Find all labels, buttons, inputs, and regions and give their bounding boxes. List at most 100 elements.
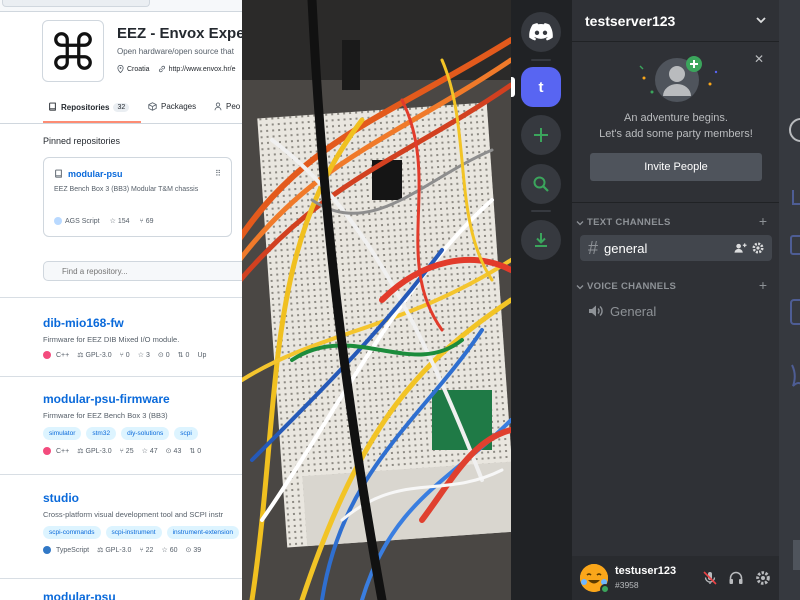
pinned-repo-card[interactable]: modular-psu ⠿ EEZ Bench Box 3 (BB3) Modu… [43,157,232,237]
repo-issues-count: 39 [193,546,202,554]
repo-name[interactable]: modular-psu [43,590,242,600]
repo-name[interactable]: studio [43,491,242,505]
pinned-title: Pinned repositories [43,136,121,146]
find-repository-input[interactable] [43,261,242,281]
repo-description: Firmware for EEZ DIB Mixed I/O module. [43,335,180,344]
category-voice-channels[interactable]: VOICE CHANNELS [576,281,676,292]
repo-prs[interactable]: ⇅ 0 [189,447,202,456]
server-icon-testserver[interactable]: t [521,67,561,107]
add-server-button[interactable] [521,115,561,155]
repo-issues[interactable]: ⊙ 0 [158,351,170,360]
repo-issues-count: 0 [165,351,170,359]
topic-tag[interactable]: stm32 [86,427,117,440]
repo-prs[interactable]: ⇅ 0 [178,351,190,360]
channel-name: general [604,240,648,256]
plus-icon [534,128,548,142]
chat-area-edge [779,0,800,600]
create-voice-channel-icon[interactable]: + [759,277,767,293]
repo-forks-count: 0 [125,351,130,359]
repo-description: Cross-platform visual development tool a… [43,510,224,519]
gear-icon[interactable] [752,242,764,254]
discord-home-button[interactable] [521,12,561,52]
repo-updated: Up [197,351,207,359]
topic-tag[interactable]: diy-solutions [121,427,170,440]
repo-language: C++ [43,351,69,359]
channel-item-general-voice[interactable]: General [580,298,772,324]
download-apps-button[interactable] [521,220,561,260]
repo-stars[interactable]: ☆ 47 [142,447,158,456]
avatar[interactable] [580,564,610,594]
pinned-repo-name[interactable]: modular-psu [54,169,123,179]
invite-people-button[interactable]: Invite People [590,153,762,181]
tab-repositories[interactable]: Repositories 32 [48,102,130,112]
close-icon[interactable]: ✕ [754,52,764,66]
channel-item-general[interactable]: # general [580,235,772,261]
repo-issues[interactable]: ⊙ 39 [186,546,202,555]
org-tabs: Repositories 32 Packages Peo [0,96,242,124]
divider [0,474,242,475]
repo-stars-count: 47 [149,447,158,455]
repo-name[interactable]: modular-psu-firmware [43,392,242,406]
repo-prs-count: 0 [197,447,202,455]
download-icon [535,233,547,247]
repo-stars[interactable]: ☆ 60 [161,546,178,555]
repo-stars[interactable]: ☆ 3 [138,351,150,360]
repo-language-text: C++ [56,447,70,455]
topic-tag[interactable]: simulator [43,427,82,440]
location-pin-icon [117,65,124,73]
topic-tag[interactable]: instrument-extension [166,526,239,539]
rail-separator [531,210,551,212]
tab-repositories-label: Repositories [61,102,110,112]
package-icon [148,102,157,111]
search-icon [533,176,549,192]
repo-language-text: TypeScript [56,546,90,554]
headphones-icon[interactable] [728,570,744,586]
microphone-muted-icon[interactable] [702,570,718,586]
repo-language: TypeScript [43,546,89,554]
topic-tag[interactable]: scpi [174,427,198,440]
explore-servers-button[interactable] [521,164,561,204]
discord-app: t testserver123 ✕ An adventure begins. L… [511,0,800,600]
repo-icon [49,102,56,111]
repo-name[interactable]: dib-mio168-fw [43,316,242,330]
server-header[interactable]: testserver123 [572,0,779,42]
command-key-icon [54,32,92,70]
repo-forks[interactable]: ⑂ 0 [120,352,130,359]
repo-meta: TypeScript ⚖ GPL-3.0 ⑂ 22 ☆ 60 ⊙ 39 [43,546,242,554]
repo-description: Firmware for EEZ Bench Box 3 (BB3) [43,411,168,420]
create-text-channel-icon[interactable]: + [759,213,767,229]
topic-tag[interactable]: scpi-instrument [105,526,162,539]
repo-prs-count: 0 [185,351,190,359]
pinned-repo-language: AGS Script [54,217,100,225]
topic-tag[interactable]: scpi-commands [43,526,101,539]
repo-license: ⚖ GPL-3.0 [77,447,112,456]
category-text-channels[interactable]: TEXT CHANNELS [576,217,671,228]
server-rail: t [511,0,572,600]
pinned-repo-stars[interactable]: ☆ 154 [110,217,130,225]
pinned-repo-meta: AGS Script ☆ 154 ⑂ 69 [54,217,154,225]
add-member-icon[interactable] [734,242,747,254]
divider [0,578,242,579]
tab-packages[interactable]: Packages [148,102,196,111]
tab-people[interactable]: Peo [214,102,240,111]
repo-forks[interactable]: ⑂ 22 [139,547,153,554]
org-description: Open hardware/open source that [117,47,234,56]
user-settings-gear-icon[interactable] [755,570,771,586]
pinned-stars-count: 154 [117,218,130,225]
org-website[interactable]: http://www.envox.hr/e [158,65,236,73]
org-website-link[interactable]: http://www.envox.hr/e [169,66,236,73]
repo-stars-count: 60 [169,546,178,554]
org-logo[interactable] [42,20,104,82]
org-location-text: Croatia [127,65,150,73]
repo-issues[interactable]: ⊙ 43 [166,447,182,456]
pinned-repo-link[interactable]: modular-psu [68,169,123,179]
repo-forks[interactable]: ⑂ 25 [120,448,134,455]
drag-grip-icon[interactable]: ⠿ [215,169,221,178]
tab-people-label: Peo [226,102,241,111]
pinned-repo-forks[interactable]: ⑂ 69 [140,218,154,225]
tab-packages-label: Packages [161,102,197,111]
org-location: Croatia [117,65,150,73]
divider [0,376,242,377]
pinned-repo-description: EEZ Bench Box 3 (BB3) Modular T&M chassi… [54,186,199,193]
repo-stars-count: 3 [145,351,150,359]
